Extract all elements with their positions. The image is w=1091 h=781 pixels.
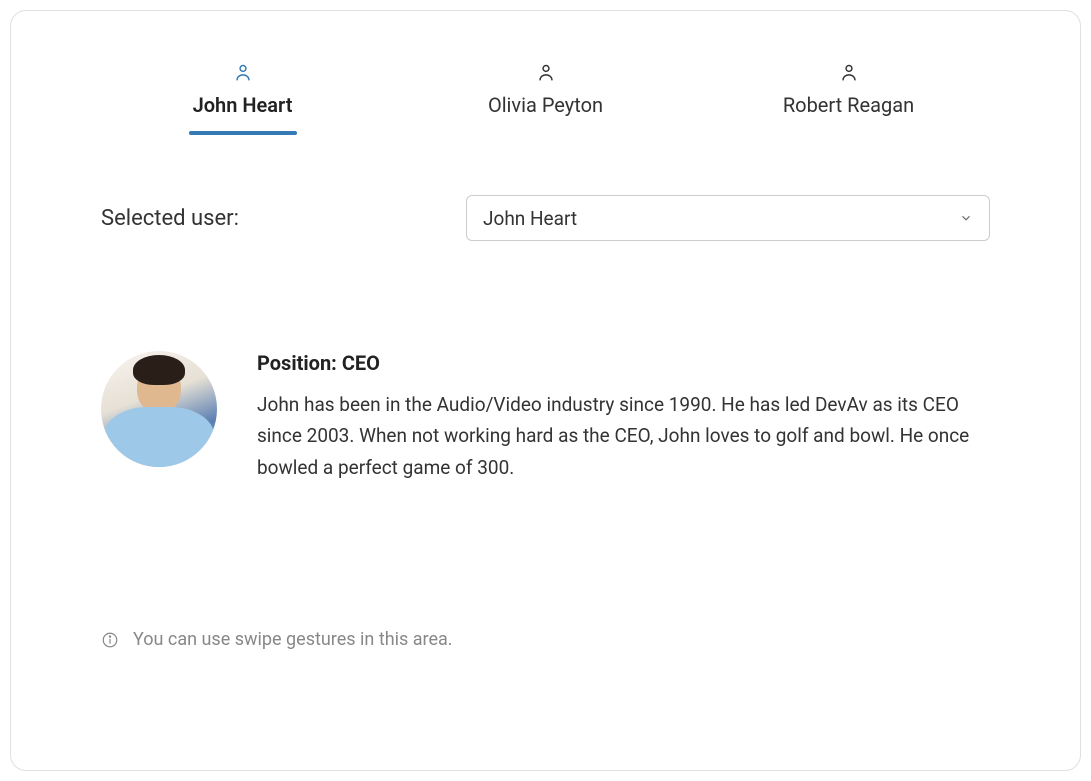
user-select-dropdown[interactable]: John Heart bbox=[466, 195, 990, 241]
tab-olivia-peyton[interactable]: Olivia Peyton bbox=[446, 61, 646, 135]
tabs-bar: John Heart Olivia Peyton Robert Reagan bbox=[11, 11, 1080, 135]
user-details-area[interactable]: Position: CEO John has been in the Audio… bbox=[11, 241, 1080, 483]
tab-john-heart[interactable]: John Heart bbox=[143, 61, 343, 135]
select-value: John Heart bbox=[483, 207, 577, 230]
user-icon bbox=[837, 61, 861, 85]
swipe-hint: You can use swipe gestures in this area. bbox=[101, 629, 453, 650]
tab-robert-reagan[interactable]: Robert Reagan bbox=[749, 61, 949, 135]
user-icon bbox=[231, 61, 255, 85]
selected-user-row: Selected user: John Heart bbox=[11, 135, 1080, 241]
position-value: CEO bbox=[342, 351, 380, 375]
hint-text: You can use swipe gestures in this area. bbox=[133, 629, 453, 650]
selected-user-label: Selected user: bbox=[101, 206, 466, 231]
position-label: Position: bbox=[257, 351, 337, 375]
avatar bbox=[101, 351, 217, 467]
position-line: Position: CEO bbox=[257, 351, 990, 375]
info-icon bbox=[101, 631, 119, 649]
user-bio: John has been in the Audio/Video industr… bbox=[257, 389, 990, 483]
tab-label: Olivia Peyton bbox=[488, 93, 603, 117]
demo-panel: John Heart Olivia Peyton Robert Reagan S… bbox=[10, 10, 1081, 771]
tab-label: Robert Reagan bbox=[783, 93, 914, 117]
chevron-down-icon bbox=[959, 211, 973, 225]
tab-label: John Heart bbox=[193, 93, 293, 117]
user-details: Position: CEO John has been in the Audio… bbox=[257, 351, 990, 483]
user-icon bbox=[534, 61, 558, 85]
